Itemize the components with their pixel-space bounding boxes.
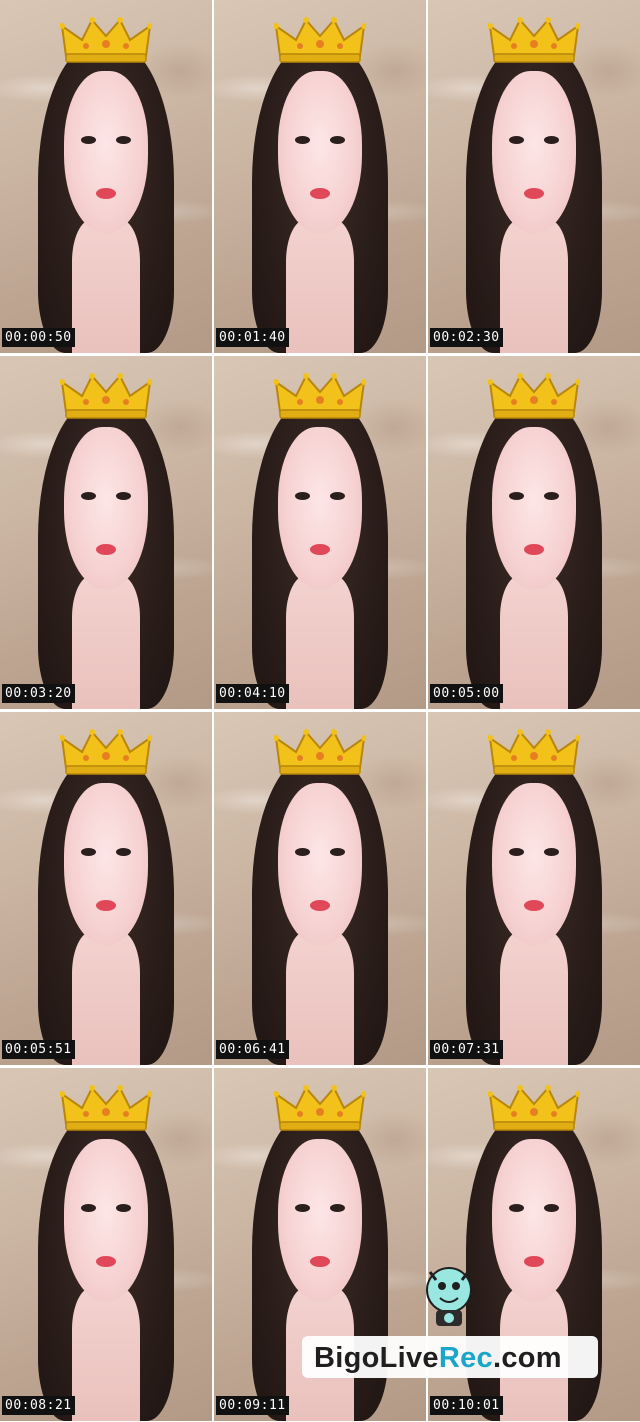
lips [523, 1255, 545, 1267]
video-thumbnail[interactable]: 00:03:20 [0, 356, 212, 709]
lips [95, 543, 117, 555]
face-shape [277, 426, 363, 589]
watermark-badge: BigoLiveRec.com [302, 1336, 598, 1378]
neck-shape [500, 218, 568, 353]
crown-icon [274, 370, 366, 420]
crown-icon [60, 370, 152, 420]
face-shape [491, 782, 577, 945]
timestamp-label: 00:04:10 [216, 684, 289, 703]
neck-shape [72, 218, 140, 353]
crown-icon [60, 1082, 152, 1132]
left-eye [294, 847, 310, 856]
neck-shape [286, 574, 354, 709]
left-eye [294, 1203, 310, 1212]
right-eye [544, 1203, 560, 1212]
video-thumbnail[interactable]: 00:05:00 [428, 356, 640, 709]
timestamp-label: 00:05:51 [2, 1040, 75, 1059]
left-eye [80, 491, 96, 500]
crown-icon [274, 14, 366, 64]
right-eye [116, 491, 132, 500]
face-shape [491, 1138, 577, 1301]
video-thumbnail[interactable]: 00:00:50 [0, 0, 212, 353]
lips [523, 899, 545, 911]
timestamp-label: 00:09:11 [216, 1396, 289, 1415]
crown-icon [274, 1082, 366, 1132]
crown-icon [488, 1082, 580, 1132]
lips [309, 1255, 331, 1267]
video-thumbnail[interactable]: 00:08:21 [0, 1068, 212, 1421]
neck-shape [72, 930, 140, 1065]
watermark-text: BigoLiveRec.com [314, 1342, 562, 1375]
crown-icon [488, 726, 580, 776]
right-eye [116, 135, 132, 144]
left-eye [80, 135, 96, 144]
video-thumbnail[interactable]: 00:07:31 [428, 712, 640, 1065]
lips [95, 1255, 117, 1267]
right-eye [544, 491, 560, 500]
lips [309, 543, 331, 555]
right-eye [330, 847, 346, 856]
right-eye [330, 491, 346, 500]
lips [523, 187, 545, 199]
left-eye [294, 491, 310, 500]
timestamp-label: 00:00:50 [2, 328, 75, 347]
neck-shape [286, 218, 354, 353]
timestamp-label: 00:10:01 [430, 1396, 503, 1415]
neck-shape [286, 930, 354, 1065]
neck-shape [500, 574, 568, 709]
timestamp-label: 00:05:00 [430, 684, 503, 703]
lips [309, 899, 331, 911]
right-eye [116, 1203, 132, 1212]
video-thumbnail[interactable]: 00:01:40 [214, 0, 426, 353]
lips [309, 187, 331, 199]
timestamp-label: 00:08:21 [2, 1396, 75, 1415]
right-eye [544, 135, 560, 144]
face-shape [277, 782, 363, 945]
video-thumbnail[interactable]: 00:05:51 [0, 712, 212, 1065]
video-thumbnail[interactable]: 00:04:10 [214, 356, 426, 709]
video-thumbnail[interactable]: 00:02:30 [428, 0, 640, 353]
timestamp-label: 00:01:40 [216, 328, 289, 347]
right-eye [330, 135, 346, 144]
left-eye [508, 491, 524, 500]
right-eye [544, 847, 560, 856]
face-shape [491, 426, 577, 589]
timestamp-label: 00:07:31 [430, 1040, 503, 1059]
neck-shape [500, 930, 568, 1065]
watermark-accent: Rec [438, 1342, 493, 1374]
face-shape [491, 70, 577, 233]
timestamp-label: 00:06:41 [216, 1040, 289, 1059]
thumbnail-grid: 00:00:50 00:01:40 00:02:30 00:03:20 00:04:10… [0, 0, 640, 1422]
face-shape [63, 1138, 149, 1301]
left-eye [508, 135, 524, 144]
crown-icon [274, 726, 366, 776]
right-eye [330, 1203, 346, 1212]
right-eye [116, 847, 132, 856]
neck-shape [72, 1286, 140, 1421]
left-eye [294, 135, 310, 144]
timestamp-label: 00:03:20 [2, 684, 75, 703]
video-thumbnail[interactable]: 00:06:41 [214, 712, 426, 1065]
crown-icon [60, 14, 152, 64]
left-eye [508, 1203, 524, 1212]
left-eye [80, 1203, 96, 1212]
bigo-mascot-icon [416, 1262, 482, 1332]
crown-icon [488, 370, 580, 420]
face-shape [277, 1138, 363, 1301]
left-eye [80, 847, 96, 856]
watermark-suffix: .com [492, 1342, 562, 1374]
timestamp-label: 00:02:30 [430, 328, 503, 347]
crown-icon [60, 726, 152, 776]
lips [95, 899, 117, 911]
neck-shape [72, 574, 140, 709]
face-shape [63, 70, 149, 233]
left-eye [508, 847, 524, 856]
face-shape [277, 70, 363, 233]
face-shape [63, 426, 149, 589]
lips [95, 187, 117, 199]
lips [523, 543, 545, 555]
watermark-prefix: BigoLive [314, 1342, 439, 1374]
face-shape [63, 782, 149, 945]
crown-icon [488, 14, 580, 64]
